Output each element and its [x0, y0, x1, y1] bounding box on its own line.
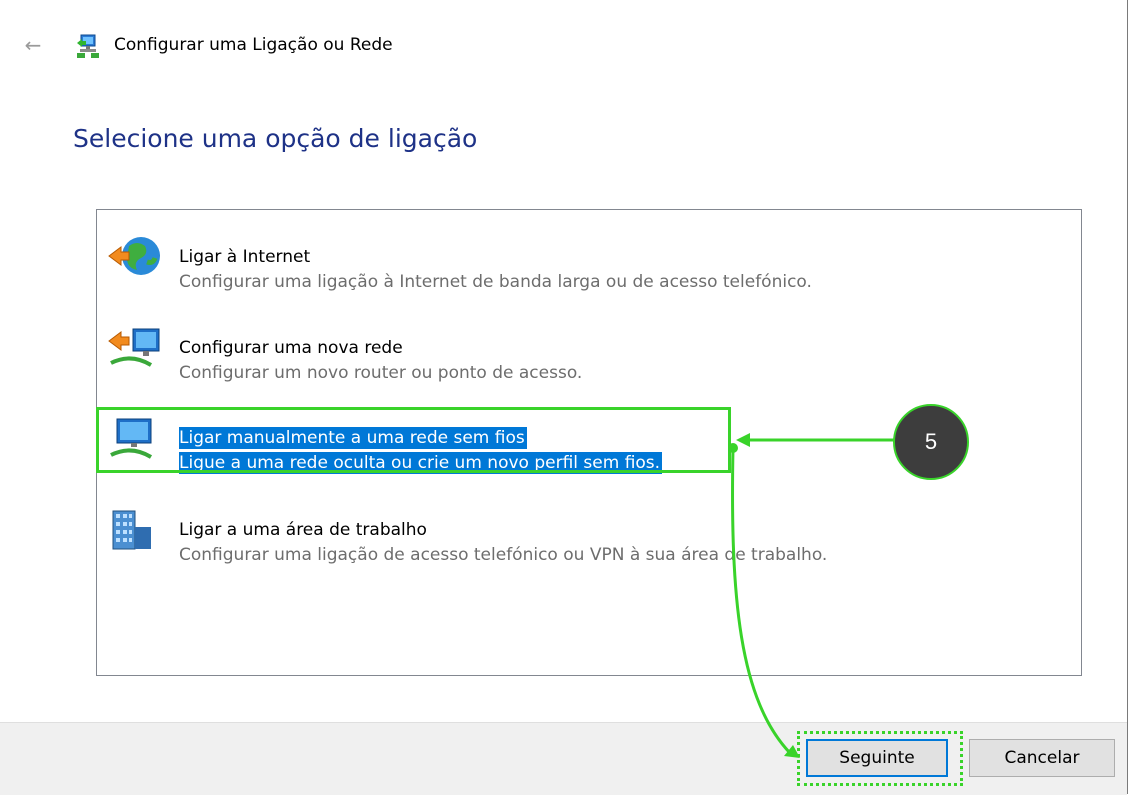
window-title: Configurar uma Ligação ou Rede	[114, 35, 393, 55]
cancel-button[interactable]: Cancelar	[969, 739, 1115, 777]
option-new-network[interactable]: Configurar uma nova rede Configurar um n…	[103, 313, 1073, 383]
highlight-frame	[96, 407, 731, 473]
option-title: Ligar a uma área de trabalho	[179, 520, 427, 540]
title-bar: ← Configurar uma Ligação ou Rede	[0, 0, 1127, 90]
option-description: Configurar uma ligação de acesso telefón…	[179, 545, 828, 565]
dialog-window: ← Configurar uma Ligação ou Rede Selecio…	[0, 0, 1128, 795]
internet-globe-icon	[108, 237, 160, 275]
next-button-highlight	[797, 731, 963, 786]
option-title: Configurar uma nova rede	[179, 338, 403, 358]
network-setup-icon	[77, 34, 99, 58]
option-description: Configurar uma ligação à Internet de ban…	[179, 272, 812, 292]
option-title: Ligar à Internet	[179, 247, 311, 267]
option-workplace[interactable]: Ligar a uma área de trabalho Configurar …	[103, 495, 1073, 565]
option-connect-internet[interactable]: Ligar à Internet Configurar uma ligação …	[103, 222, 1073, 292]
option-description: Configurar um novo router ou ponto de ac…	[179, 363, 583, 383]
step-callout-badge: 5	[893, 404, 969, 480]
page-heading: Selecione uma opção de ligação	[73, 124, 478, 153]
new-network-icon	[108, 328, 160, 367]
back-arrow-icon[interactable]: ←	[20, 32, 46, 58]
workplace-building-icon	[112, 510, 151, 550]
